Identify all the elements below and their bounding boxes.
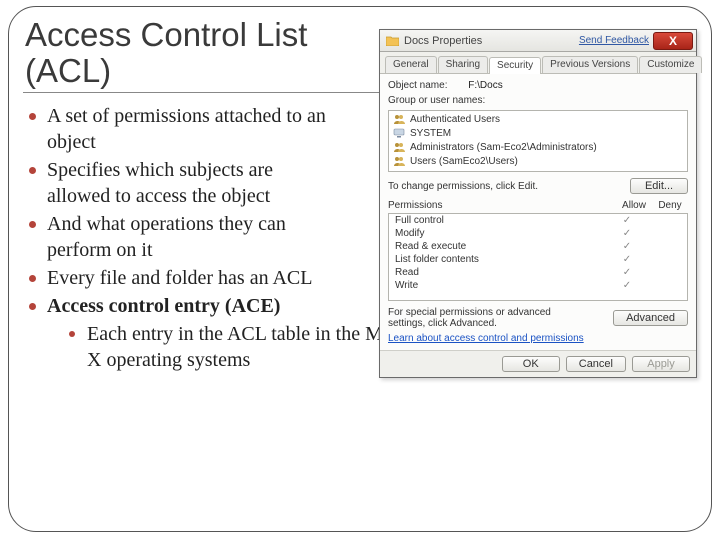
dialog-titlebar: Docs Properties Send Feedback X — [380, 30, 696, 52]
list-item[interactable]: SYSTEM — [392, 126, 684, 140]
dialog-button-row: OK Cancel Apply — [380, 350, 696, 377]
object-name-value: F:\Docs — [468, 80, 502, 91]
tab-security[interactable]: Security — [489, 57, 541, 74]
allow-check: ✓ — [609, 241, 645, 252]
permission-name: Modify — [395, 228, 609, 239]
bullet-ace-label: Access control entry (ACE) — [47, 295, 280, 317]
tab-customize[interactable]: Customize — [639, 56, 702, 73]
tab-sharing[interactable]: Sharing — [438, 56, 488, 73]
object-name-label: Object name: — [388, 80, 447, 91]
learn-link[interactable]: Learn about access control and permissio… — [388, 333, 584, 344]
folder-icon — [386, 34, 399, 47]
dialog-body: Object name: F:\Docs Group or user names… — [380, 74, 696, 350]
permission-name: Full control — [395, 215, 609, 226]
permissions-label: Permissions — [388, 200, 616, 211]
slide-frame: Access Control List (ACL) A set of permi… — [8, 6, 712, 532]
group-label-row: Group or user names: — [388, 95, 688, 106]
bullet-item: A set of permissions attached to an obje… — [27, 103, 327, 155]
permission-name: Read & execute — [395, 241, 609, 252]
bullet-item: And what operations they can perform on … — [27, 211, 327, 263]
permission-row: Modify✓ — [389, 227, 687, 240]
object-name-row: Object name: F:\Docs — [388, 80, 688, 91]
tab-general[interactable]: General — [385, 56, 437, 73]
slide-title: Access Control List (ACL) — [25, 17, 325, 88]
permissions-list: Full control✓ Modify✓ Read & execute✓ Li… — [388, 213, 688, 301]
edit-button[interactable]: Edit... — [630, 178, 688, 194]
users-icon — [392, 141, 406, 153]
apply-button[interactable]: Apply — [632, 356, 690, 372]
users-icon — [392, 155, 406, 167]
permission-name: List folder contents — [395, 254, 609, 265]
edit-row: To change permissions, click Edit. Edit.… — [388, 178, 688, 194]
permission-name: Write — [395, 280, 609, 291]
allow-check: ✓ — [609, 280, 645, 291]
group-user-list[interactable]: Authenticated Users SYSTEM Administrator… — [388, 110, 688, 172]
permission-row: Read & execute✓ — [389, 240, 687, 253]
permission-row: Full control✓ — [389, 214, 687, 227]
send-feedback-link[interactable]: Send Feedback — [579, 35, 649, 46]
bullet-item: Specifies which subjects are allowed to … — [27, 157, 327, 209]
advanced-row: For special permissions or advanced sett… — [388, 307, 688, 329]
list-item-label: Users (SamEco2\Users) — [410, 156, 518, 167]
close-button[interactable]: X — [653, 32, 693, 50]
system-icon — [392, 127, 406, 139]
edit-text: To change permissions, click Edit. — [388, 181, 538, 192]
allow-check: ✓ — [609, 228, 645, 239]
list-item[interactable]: Administrators (Sam-Eco2\Administrators) — [392, 140, 684, 154]
list-item[interactable]: Users (SamEco2\Users) — [392, 154, 684, 168]
permission-row: Write✓ — [389, 279, 687, 292]
cancel-button[interactable]: Cancel — [566, 356, 626, 372]
tab-previous-versions[interactable]: Previous Versions — [542, 56, 638, 73]
ok-button[interactable]: OK — [502, 356, 560, 372]
group-label: Group or user names: — [388, 95, 485, 106]
list-item-label: Administrators (Sam-Eco2\Administrators) — [410, 142, 597, 153]
allow-check: ✓ — [609, 267, 645, 278]
list-item[interactable]: Authenticated Users — [392, 112, 684, 126]
users-icon — [392, 113, 406, 125]
advanced-text: For special permissions or advanced sett… — [388, 307, 578, 329]
tab-strip: General Sharing Security Previous Versio… — [380, 52, 696, 74]
allow-header: Allow — [616, 200, 652, 211]
list-item-label: SYSTEM — [410, 128, 451, 139]
advanced-button[interactable]: Advanced — [613, 310, 688, 326]
allow-check: ✓ — [609, 254, 645, 265]
permission-row: Read✓ — [389, 266, 687, 279]
list-item-label: Authenticated Users — [410, 114, 500, 125]
permission-name: Read — [395, 267, 609, 278]
properties-dialog: Docs Properties Send Feedback X General … — [379, 29, 697, 378]
dialog-title: Docs Properties — [404, 35, 579, 47]
permission-row: List folder contents✓ — [389, 253, 687, 266]
allow-check: ✓ — [609, 215, 645, 226]
permissions-header: Permissions Allow Deny — [388, 200, 688, 211]
deny-header: Deny — [652, 200, 688, 211]
